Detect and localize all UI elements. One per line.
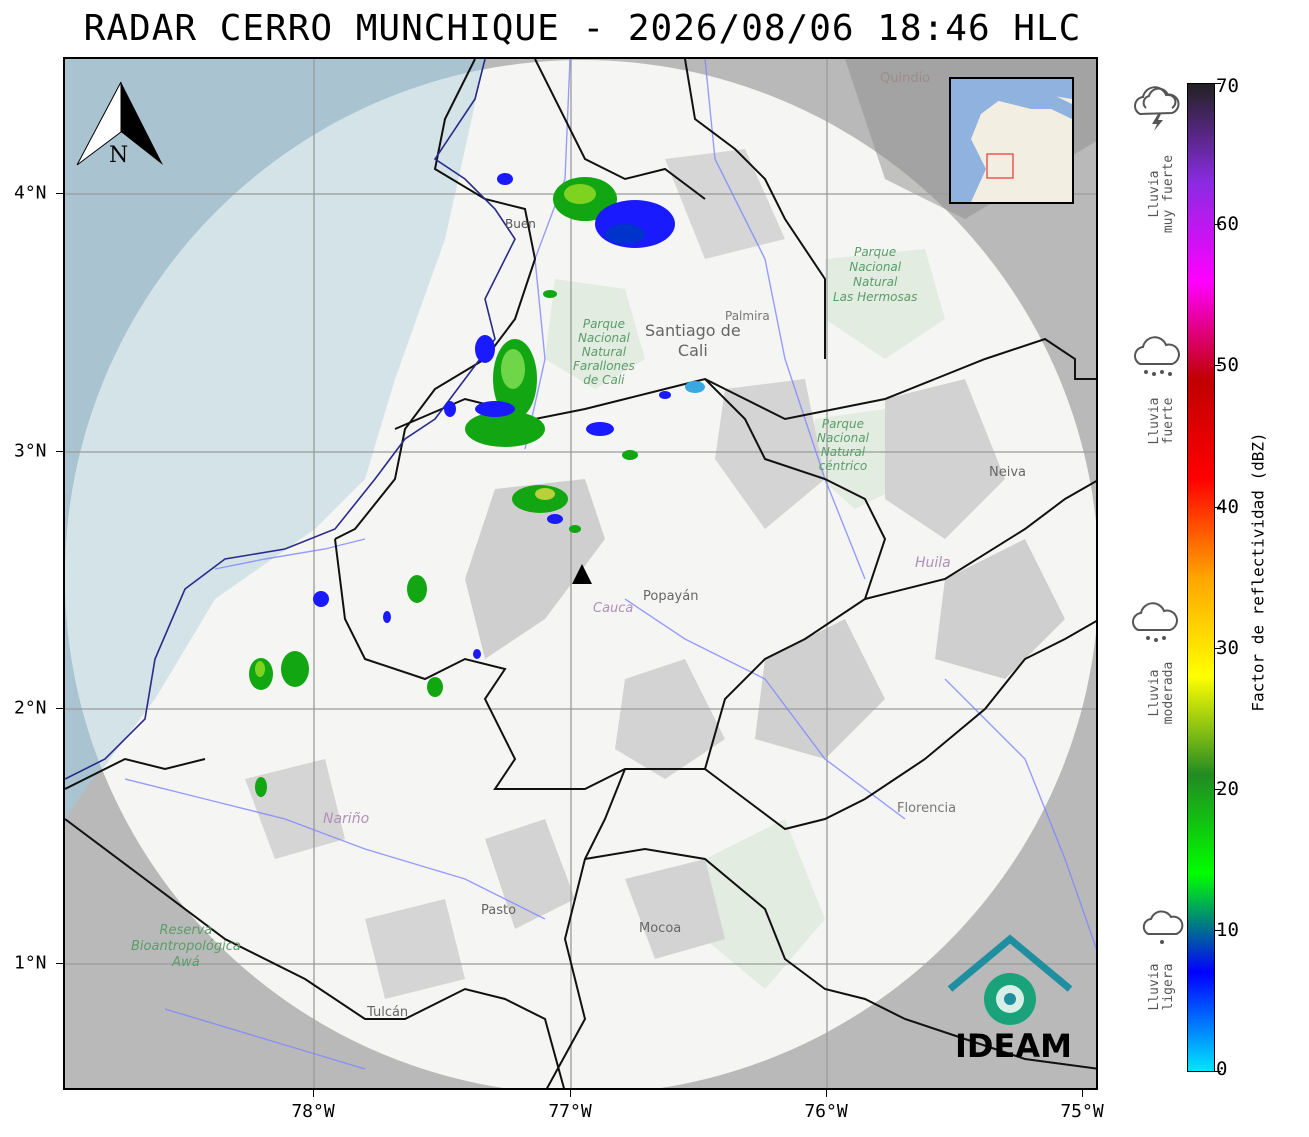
label-tulcan: Tulcán: [367, 1005, 409, 1020]
light-rain-cloud-icon: [1142, 910, 1184, 944]
y-tick-mark: [56, 451, 63, 452]
ideam-logo-icon: [947, 934, 1073, 1025]
colorbar-tick-label: 50: [1216, 354, 1239, 376]
label-palmira: Palmira: [725, 309, 770, 323]
x-tick-mark: [1082, 1090, 1083, 1097]
rain-label-heavy: Lluvia fuerte: [1147, 397, 1176, 445]
x-tick-mark: [313, 1090, 314, 1097]
colorbar-tick-label: 0: [1216, 1058, 1228, 1080]
radar-map[interactable]: N Quindío Buen Santiago de Cali Palmira …: [63, 57, 1098, 1090]
label-popayan: Popayán: [643, 589, 699, 604]
map-title: RADAR CERRO MUNCHIQUE - 2026/08/06 18:46…: [83, 8, 1082, 49]
x-tick-label: 75°W: [1060, 1101, 1104, 1122]
label-las-hermosas: Parque Nacional Natural Las Hermosas: [833, 245, 918, 304]
inset-locator-map: [949, 77, 1074, 204]
colorbar-tick-label: 70: [1216, 75, 1239, 97]
inset-extent-box: [986, 153, 1014, 179]
label-huila: Huila: [915, 555, 951, 571]
label-mocoa: Mocoa: [639, 921, 682, 936]
rain-label-very-heavy: Lluvia muy fuerte: [1147, 154, 1176, 234]
label-cauca: Cauca: [593, 601, 634, 616]
label-narino: Nariño: [323, 811, 370, 827]
label-santiago-de-cali: Santiago de Cali: [645, 321, 741, 360]
north-arrow-label: N: [109, 143, 129, 168]
label-reserva-awa: Reserva Bioantropológica Awá: [131, 923, 241, 970]
y-tick-mark: [56, 193, 63, 194]
reflectivity-colorbar: [1187, 83, 1215, 1072]
ideam-logo-text: IDEAM: [955, 1027, 1072, 1065]
label-pasto: Pasto: [481, 903, 517, 918]
x-tick-label: 78°W: [291, 1101, 335, 1122]
label-quindio: Quindío: [880, 71, 931, 86]
label-neiva: Neiva: [989, 465, 1026, 480]
x-tick-mark: [570, 1090, 571, 1097]
y-tick-label: 1°N: [14, 952, 47, 974]
y-tick-label: 2°N: [14, 697, 47, 719]
rain-label-moderate: Lluvia moderada: [1147, 661, 1176, 725]
colorbar-label: Factor de reflectividad (dBZ): [1248, 432, 1268, 712]
moderate-rain-cloud-icon: [1132, 602, 1178, 642]
heavy-rain-cloud-icon: [1134, 336, 1180, 376]
y-tick-label: 4°N: [14, 182, 47, 204]
colorbar-tick-label: 30: [1216, 637, 1239, 659]
label-farallones-de-cali: Parque Nacional Natural Farallones de Ca…: [573, 317, 635, 387]
x-tick-label: 77°W: [548, 1101, 592, 1122]
label-parque-nacional: Parque Nacional Natural céntrico: [817, 417, 869, 473]
colorbar-tick-label: 10: [1216, 919, 1239, 941]
label-florencia: Florencia: [897, 801, 957, 816]
y-tick-label: 3°N: [14, 440, 47, 462]
y-tick-mark: [56, 708, 63, 709]
label-buenaventura: Buen: [505, 217, 536, 231]
colorbar-tick-label: 60: [1216, 213, 1239, 235]
rain-label-light: Lluvia ligera: [1147, 963, 1176, 1011]
x-tick-mark: [826, 1090, 827, 1097]
y-tick-mark: [56, 963, 63, 964]
storm-cloud-icon: [1134, 86, 1180, 131]
colorbar-tick-label: 40: [1216, 496, 1239, 518]
x-tick-label: 76°W: [804, 1101, 848, 1122]
colorbar-tick-label: 20: [1216, 778, 1239, 800]
